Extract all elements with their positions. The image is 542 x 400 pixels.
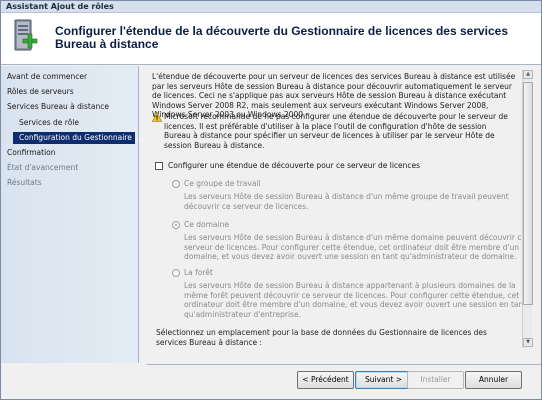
footer-separator — [147, 364, 541, 365]
discovery-scope-checkbox-label[interactable]: Configurer une étendue de découverte pou… — [168, 161, 420, 170]
page-title: Configurer l'étendue de la découverte du… — [55, 24, 509, 51]
step-avant-de-commencer[interactable]: Avant de commencer — [7, 72, 87, 81]
step-roles-de-serveurs[interactable]: Rôles de serveurs — [7, 87, 74, 96]
title-bar[interactable]: Assistant Ajout de rôles — [1, 1, 541, 13]
content-scrollbar[interactable]: ▲ ▼ — [522, 70, 533, 348]
radio-forest-label[interactable]: La forêt — [184, 268, 213, 277]
window-title: Assistant Ajout de rôles — [6, 2, 114, 11]
wizard-header: Configurer l'étendue de la découverte du… — [1, 13, 541, 65]
discovery-scope-checkbox[interactable] — [155, 162, 163, 170]
previous-button[interactable]: < Précédent — [297, 371, 354, 389]
radio-domain[interactable] — [172, 221, 180, 229]
server-add-icon — [14, 19, 38, 51]
step-resultats: Résultats — [7, 178, 42, 187]
scroll-up-button[interactable]: ▲ — [523, 70, 533, 79]
radio-domain-description: Les serveurs Hôte de session Bureau à di… — [184, 233, 527, 262]
cancel-button[interactable]: Annuler — [465, 371, 522, 389]
scroll-thumb[interactable] — [523, 82, 533, 305]
radio-domain-label[interactable]: Ce domaine — [184, 220, 229, 229]
step-services-bureau-a-distance[interactable]: Services Bureau à distance — [7, 102, 109, 111]
db-location-label: Sélectionnez un emplacement pour la base… — [156, 328, 487, 345]
step-etat-avancement: État d'avancement — [7, 163, 79, 172]
wizard-window: Assistant Ajout de rôles Configurer l'ét… — [0, 0, 542, 400]
warning-text: Microsoft recommande de ne pas configure… — [164, 112, 508, 150]
next-button[interactable]: Suivant > — [355, 371, 412, 389]
radio-workgroup-description: Les serveurs Hôte de session Bureau à di… — [184, 192, 509, 211]
radio-forest-description: Les serveurs Hôte de session Bureau à di… — [184, 281, 527, 319]
step-configuration-gestionnaire[interactable]: Configuration du Gestionnaire ... — [13, 132, 141, 144]
wizard-steps-sidebar: Avant de commencer Rôles de serveurs Ser… — [1, 66, 141, 363]
step-confirmation[interactable]: Confirmation — [7, 148, 56, 157]
radio-workgroup-label[interactable]: Ce groupe de travail — [184, 179, 261, 188]
install-button: Installer — [407, 371, 464, 389]
radio-workgroup[interactable] — [172, 180, 180, 188]
warning-icon — [152, 112, 162, 122]
content-panel: L'étendue de découverte pour un serveur … — [150, 70, 530, 345]
radio-forest[interactable] — [172, 269, 180, 277]
step-services-de-role[interactable]: Services de rôle — [19, 118, 79, 127]
scroll-down-button[interactable]: ▼ — [523, 338, 533, 347]
